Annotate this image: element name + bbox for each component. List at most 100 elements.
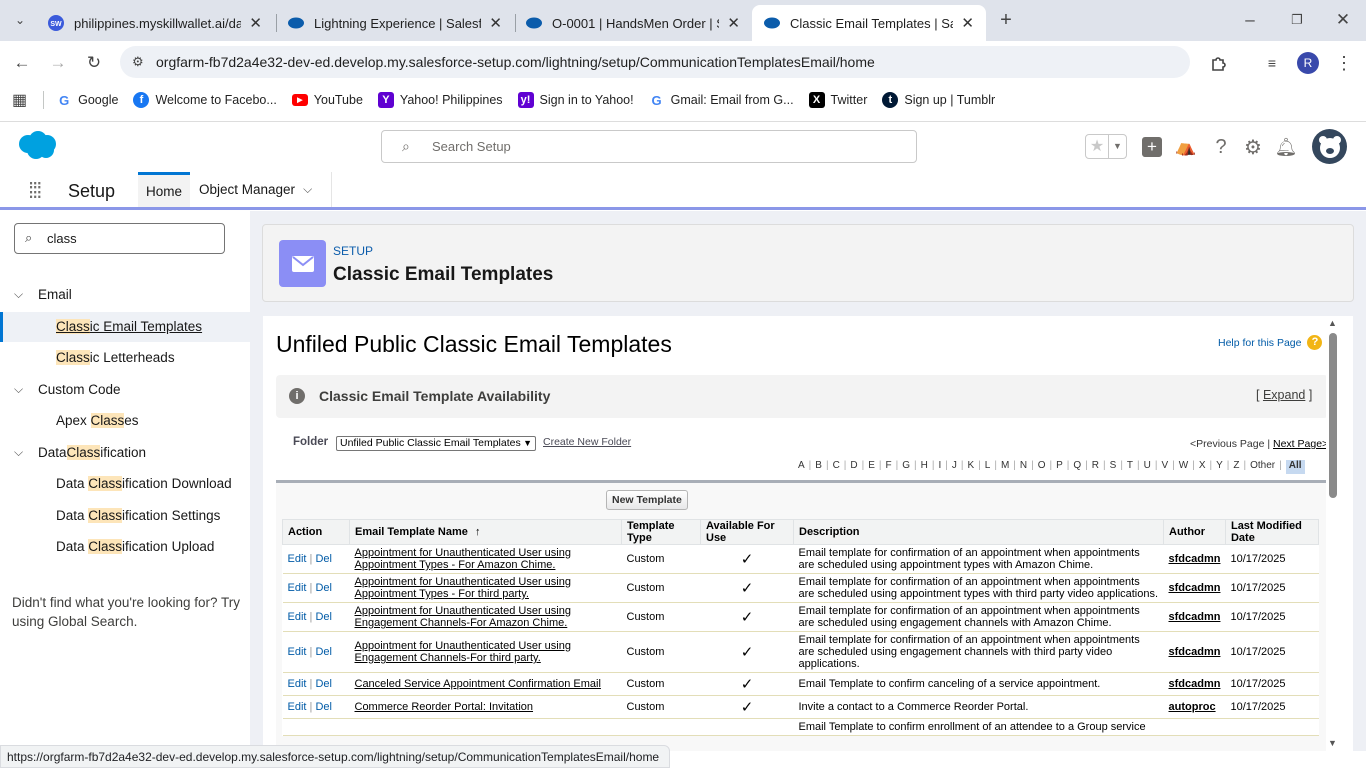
nav-item-data-classification-upload[interactable]: Data Classification Upload bbox=[56, 539, 214, 554]
new-tab-icon[interactable]: + bbox=[992, 6, 1020, 34]
alphabet-filter-o[interactable]: O bbox=[1038, 460, 1046, 474]
tab-search-chevron-icon[interactable]: ⌄ bbox=[6, 6, 34, 34]
alphabet-filter-c[interactable]: C bbox=[833, 460, 840, 474]
template-name-link[interactable]: Appointment for Unauthenticated User usi… bbox=[355, 640, 571, 664]
alphabet-filter-n[interactable]: N bbox=[1020, 460, 1027, 474]
nav-item-data-classification-settings[interactable]: Data Classification Settings bbox=[56, 508, 220, 523]
template-name-link[interactable]: Appointment for Unauthenticated User usi… bbox=[355, 576, 571, 600]
help-question-icon[interactable]: ? bbox=[1208, 135, 1234, 159]
bookmark-youtube[interactable]: ▶ YouTube bbox=[291, 93, 363, 107]
nav-group-email[interactable]: ⌵ Email bbox=[14, 287, 72, 302]
bookmark-google[interactable]: G Google bbox=[56, 92, 118, 108]
alphabet-filter-j[interactable]: J bbox=[952, 460, 957, 474]
breadcrumb[interactable]: SETUP bbox=[333, 244, 373, 258]
previous-page-link[interactable]: <Previous Page bbox=[1190, 438, 1264, 450]
nav-group-data-classification[interactable]: ⌵ Data Class ification bbox=[14, 445, 146, 460]
alphabet-filter-w[interactable]: W bbox=[1179, 460, 1188, 474]
close-tab-icon[interactable]: ✕ bbox=[249, 14, 262, 32]
nav-item-data-classification-download[interactable]: Data Classification Download bbox=[56, 476, 232, 491]
address-bar[interactable]: ⚙ orgfarm-fb7d2a4e32-dev-ed.develop.my.s… bbox=[120, 46, 1190, 78]
author-link[interactable]: sfdcadmn bbox=[1169, 611, 1221, 623]
column-header-template-name[interactable]: Email Template Name ↑ bbox=[349, 519, 622, 545]
template-name-link[interactable]: Appointment for Unauthenticated User usi… bbox=[355, 547, 571, 571]
column-header-author[interactable]: Author bbox=[1163, 519, 1226, 545]
alphabet-filter-i[interactable]: I bbox=[938, 460, 941, 474]
alphabet-filter-z[interactable]: Z bbox=[1233, 460, 1239, 474]
media-control-icon[interactable]: ≡ bbox=[1258, 49, 1286, 77]
alphabet-filter-q[interactable]: Q bbox=[1073, 460, 1081, 474]
alphabet-filter-s[interactable]: S bbox=[1110, 460, 1117, 474]
delete-link[interactable]: Del bbox=[315, 701, 332, 713]
expand-link[interactable]: [ Expand ] bbox=[1256, 388, 1312, 402]
column-header-template-type[interactable]: Template Type bbox=[621, 519, 701, 545]
favorites-button[interactable]: ★ ▼ bbox=[1085, 134, 1127, 159]
global-search-hint[interactable]: Didn't find what you're looking for? Try… bbox=[12, 593, 244, 631]
browser-tab-3[interactable]: O-0001 | HandsMen Order | Sale ✕ bbox=[514, 5, 752, 41]
setup-gear-icon[interactable]: ⚙ bbox=[1240, 135, 1266, 159]
edit-link[interactable]: Edit bbox=[288, 611, 307, 623]
folder-select[interactable]: Unfiled Public Classic Email Templates ▼ bbox=[336, 436, 536, 451]
delete-link[interactable]: Del bbox=[315, 553, 332, 565]
trailhead-guidance-icon[interactable]: ⛺ bbox=[1173, 135, 1199, 159]
browser-menu-icon[interactable]: ⋮ bbox=[1330, 49, 1358, 77]
content-scrollbar[interactable]: ▲ ▼ bbox=[1326, 318, 1340, 752]
template-name-link[interactable]: Appointment for Unauthenticated User usi… bbox=[355, 605, 571, 629]
alphabet-filter-r[interactable]: R bbox=[1092, 460, 1099, 474]
notifications-bell-icon[interactable]: 🔔︎ bbox=[1273, 135, 1299, 159]
alphabet-filter-l[interactable]: L bbox=[985, 460, 991, 474]
author-link[interactable]: sfdcadmn bbox=[1169, 553, 1221, 565]
browser-tab-1[interactable]: SW philippines.myskillwallet.ai/dash ✕ bbox=[36, 5, 274, 41]
help-for-this-page-link[interactable]: Help for this Page ? bbox=[1218, 335, 1323, 350]
alphabet-filter-a[interactable]: A bbox=[798, 460, 805, 474]
bookmark-yahoo-ph[interactable]: Y Yahoo! Philippines bbox=[377, 92, 503, 108]
next-page-link[interactable]: Next Page> bbox=[1273, 438, 1328, 450]
alphabet-filter-all[interactable]: All bbox=[1285, 460, 1305, 474]
tab-home[interactable]: Home bbox=[138, 172, 190, 207]
nav-item-classic-letterheads[interactable]: Classic Letterheads bbox=[56, 350, 175, 365]
column-header-available[interactable]: Available For Use bbox=[700, 519, 794, 545]
column-header-last-modified[interactable]: Last Modified Date bbox=[1224, 519, 1320, 545]
scroll-up-arrow-icon[interactable]: ▲ bbox=[1328, 318, 1337, 328]
alphabet-filter-g[interactable]: G bbox=[902, 460, 910, 474]
bookmark-yahoo-signin[interactable]: y! Sign in to Yahoo! bbox=[517, 92, 634, 108]
delete-link[interactable]: Del bbox=[315, 678, 332, 690]
site-info-icon[interactable]: ⚙ bbox=[132, 54, 144, 70]
scroll-down-arrow-icon[interactable]: ▼ bbox=[1328, 738, 1337, 748]
browser-tab-2[interactable]: Lightning Experience | Salesforce ✕ bbox=[276, 5, 514, 41]
alphabet-filter-d[interactable]: D bbox=[850, 460, 857, 474]
restore-window-icon[interactable]: ❐ bbox=[1283, 6, 1311, 34]
apps-grid-icon[interactable]: ▦ bbox=[12, 90, 27, 110]
global-actions-plus-icon[interactable]: + bbox=[1139, 135, 1165, 159]
forward-arrow-icon[interactable]: → bbox=[44, 49, 72, 77]
app-launcher-icon[interactable]: ⁞⁞⁞ bbox=[28, 178, 42, 204]
scrollbar-thumb[interactable] bbox=[1329, 333, 1337, 498]
delete-link[interactable]: Del bbox=[315, 646, 332, 658]
edit-link[interactable]: Edit bbox=[288, 582, 307, 594]
edit-link[interactable]: Edit bbox=[288, 553, 307, 565]
minimize-window-icon[interactable]: – bbox=[1236, 6, 1264, 34]
author-link[interactable]: autoproc bbox=[1169, 701, 1216, 713]
chevron-down-icon[interactable]: ⌵ bbox=[303, 182, 312, 197]
reload-icon[interactable]: ↻ bbox=[80, 49, 108, 77]
template-name-link[interactable]: Commerce Reorder Portal: Invitation bbox=[355, 701, 534, 713]
bookmark-twitter[interactable]: X Twitter bbox=[808, 92, 867, 108]
edit-link[interactable]: Edit bbox=[288, 646, 307, 658]
search-setup-input[interactable]: ⌕ Search Setup bbox=[381, 130, 917, 163]
alphabet-filter-x[interactable]: X bbox=[1199, 460, 1206, 474]
alphabet-filter-f[interactable]: F bbox=[886, 460, 892, 474]
nav-item-classic-email-templates[interactable]: Classic Email Templates bbox=[56, 319, 202, 334]
nav-item-apex-classes[interactable]: Apex Classes bbox=[56, 413, 139, 428]
author-link[interactable]: sfdcadmn bbox=[1169, 678, 1221, 690]
extensions-puzzle-icon[interactable] bbox=[1204, 49, 1232, 77]
quick-find-input[interactable]: ⌕ class bbox=[14, 223, 225, 254]
user-avatar[interactable] bbox=[1312, 129, 1347, 164]
create-new-folder-link[interactable]: Create New Folder bbox=[543, 436, 631, 448]
favorites-chevron-down-icon[interactable]: ▼ bbox=[1108, 135, 1126, 158]
close-tab-icon[interactable]: ✕ bbox=[727, 14, 740, 32]
edit-link[interactable]: Edit bbox=[288, 701, 307, 713]
alphabet-filter-b[interactable]: B bbox=[815, 460, 822, 474]
alphabet-filter-e[interactable]: E bbox=[868, 460, 875, 474]
close-window-icon[interactable]: ✕ bbox=[1329, 6, 1357, 34]
alphabet-filter-v[interactable]: V bbox=[1161, 460, 1168, 474]
nav-group-custom-code[interactable]: ⌵ Custom Code bbox=[14, 382, 121, 397]
